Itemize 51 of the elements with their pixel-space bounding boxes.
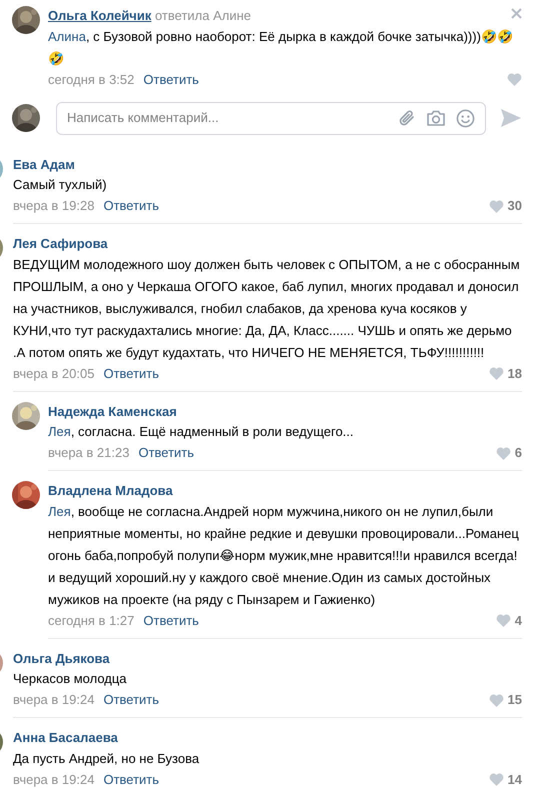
reply-link[interactable]: Ответить: [138, 443, 194, 463]
mention-link[interactable]: Алина: [48, 28, 86, 44]
mention-link[interactable]: Лея: [48, 424, 71, 439]
heart-icon[interactable]: [488, 694, 504, 706]
comment-time: вчера в 19:28: [13, 197, 94, 215]
like-count: 4: [514, 612, 522, 630]
author-name[interactable]: Владлена Младова: [48, 483, 173, 498]
author-name[interactable]: Ольга Колейчик: [48, 8, 152, 23]
mention-link[interactable]: Лея: [48, 504, 71, 518]
heart-icon[interactable]: [496, 446, 511, 460]
comment-time: вчера в 19:24: [13, 691, 94, 709]
like-count: 14: [508, 770, 522, 788]
heart-icon[interactable]: [507, 73, 522, 86]
comment-time: вчера в 20:05: [13, 364, 94, 383]
heart-icon[interactable]: [488, 200, 504, 212]
reply-link[interactable]: Ответить: [103, 364, 160, 384]
comment-time: вчера в 19:24: [13, 770, 94, 789]
comment-time: сегодня в 3:52: [48, 70, 134, 89]
comment-text: Да пусть Андрей, но не Бузова: [13, 750, 200, 768]
send-icon[interactable]: [500, 108, 522, 128]
heart-icon[interactable]: [496, 614, 511, 627]
reply-link[interactable]: Ответить: [103, 690, 160, 710]
reply-link[interactable]: Ответить: [103, 196, 160, 216]
paperclip-icon[interactable]: [398, 108, 416, 128]
comment-text: ВЕДУЩИМ молодежного шоу должен быть человек с ОПЫТОМ, а не с обосранным ПРОШЛЫМ, а оно у Черкаша ОГОГО какое, баб лупил, многих продавал и доносил на участников, выслуживался, гнобил слабаков, да хренова куча косяков у КУНИ,что тут раскудахтались многие: Да, ДА, Класс....... ЧУШЬ и опять же дерьмо .А потом опять же будут кудахтать, что НИЧЕГО НЕ МЕНЯЕТСЯ, ТЬФУ!!!!!!!!!!!: [13, 256, 521, 362]
comment-text: Лея, согласна. Ещё надменный в роли ведущего...: [48, 423, 355, 441]
like-count: 6: [514, 444, 522, 462]
comment-text: Алина, с Бузовой ровно наоборот: Её дырка в каждой бочке затычка))))🤣🤣🤣: [48, 28, 514, 68]
comment-text: Лея, вообще не согласна.Андрей норм мужчина,никого он не лупил,были неприятные моменты, но крайне редкие и девушки провоцировали...Романец огонь баба,попробуй полупи😂норм мужик,мне нравится!!!и нравился всегда!и ведущий хороший.ну у каждого своё мнение.Один из самых достойных мужиков на проекте (на ряду с Пынзарем и Гажиенко): [48, 502, 520, 609]
reply-link[interactable]: Ответить: [143, 610, 199, 630]
heart-icon[interactable]: [488, 367, 504, 380]
smiley-icon[interactable]: [456, 108, 475, 128]
comment-text: Самый тухлый): [13, 176, 108, 194]
reply-link[interactable]: Ответить: [103, 770, 160, 790]
comment-time: вчера в 21:23: [48, 444, 130, 462]
author-name[interactable]: Лея Сафирова: [13, 236, 108, 251]
like-count: 30: [508, 197, 522, 215]
author-name[interactable]: Ева Адам: [13, 156, 75, 172]
camera-icon[interactable]: [426, 110, 446, 126]
comment-field[interactable]: Написать комментарий...: [56, 102, 486, 134]
like-count: 18: [508, 364, 522, 382]
comment-time: сегодня в 1:27: [48, 612, 134, 630]
like-count: 15: [508, 691, 522, 709]
author-name[interactable]: Анна Басалаева: [13, 730, 118, 745]
close-icon[interactable]: [511, 8, 522, 19]
reply-link[interactable]: Ответить: [143, 70, 199, 90]
author-name[interactable]: Ольга Дьякова: [13, 650, 110, 666]
reply-to-label: ответила Алине: [154, 8, 252, 23]
comment-text: Черкасов молодца: [13, 670, 128, 688]
heart-icon[interactable]: [488, 773, 504, 786]
author-name[interactable]: Надежда Каменская: [48, 404, 177, 418]
